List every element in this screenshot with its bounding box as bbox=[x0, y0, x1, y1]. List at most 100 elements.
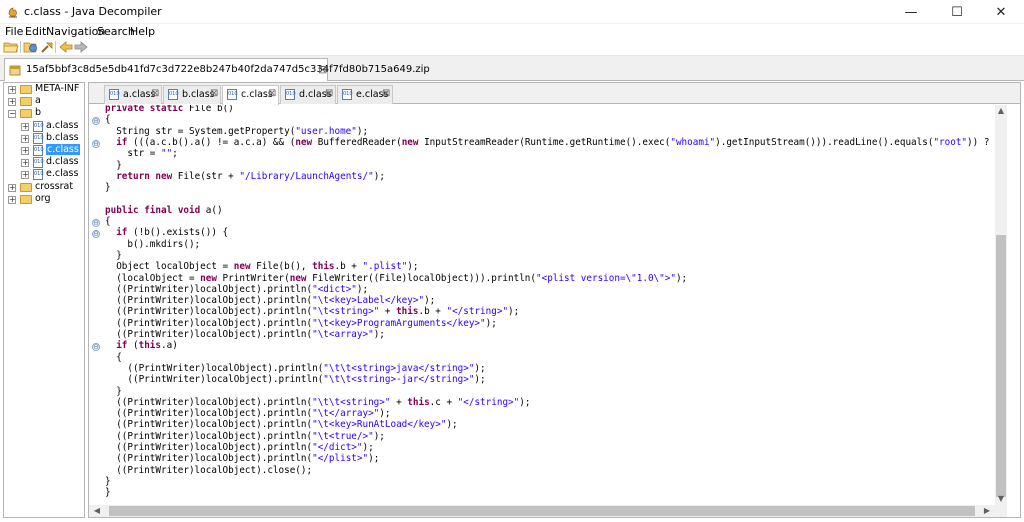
tree-folder-item[interactable]: − b bbox=[4, 107, 84, 120]
archive-icon bbox=[9, 65, 21, 76]
code-line: } bbox=[105, 182, 111, 194]
maximize-button[interactable]: ☐ bbox=[934, 0, 980, 24]
tree-item-label: d.class bbox=[46, 156, 79, 168]
file-tab-bar: 15af5bbf3c8d5e5db41fd7c3d722e8b247b40f2d… bbox=[0, 56, 1024, 81]
vertical-scrollbar[interactable]: ▲ ▼ bbox=[995, 105, 1007, 505]
app-icon bbox=[8, 7, 17, 18]
tree-expander-icon[interactable]: + bbox=[8, 86, 16, 94]
tree-class-item[interactable]: +010 c.class bbox=[4, 144, 84, 157]
code-line: ((PrintWriter)localObject).println("<dic… bbox=[105, 283, 369, 295]
tree-class-item[interactable]: +010 a.class bbox=[4, 120, 84, 133]
tab-close-icon[interactable]: ⊠ bbox=[382, 88, 390, 99]
minimize-button[interactable]: — bbox=[888, 0, 934, 24]
tree-expander-icon[interactable]: + bbox=[21, 134, 29, 143]
code-line: } bbox=[105, 385, 122, 397]
file-tab[interactable]: 15af5bbf3c8d5e5db41fd7c3d722e8b247b40f2d… bbox=[4, 58, 430, 81]
code-line: b().mkdirs(); bbox=[105, 238, 201, 250]
file-tab-label: 15af5bbf3c8d5e5db41fd7c3d722e8b247b40f2d… bbox=[26, 64, 430, 75]
tree-expander-icon[interactable]: + bbox=[21, 159, 29, 168]
class-file-icon: 010 bbox=[33, 169, 44, 181]
forward-icon[interactable] bbox=[73, 40, 89, 54]
code-line: { bbox=[105, 351, 122, 363]
code-line: String str = System.getProperty("user.ho… bbox=[105, 125, 369, 137]
tree-item-label: a bbox=[35, 95, 41, 107]
tree-expander-icon[interactable]: + bbox=[8, 195, 16, 204]
tab-c-class[interactable]: 010 c.class ⊠ bbox=[222, 85, 279, 105]
tree-class-item[interactable]: +010 d.class bbox=[4, 156, 84, 169]
code-line: { bbox=[105, 216, 111, 227]
fold-toggle-icon[interactable]: ⊖ bbox=[92, 343, 100, 352]
code-line: ((PrintWriter)localObject).println("\t<a… bbox=[105, 329, 385, 340]
menu-file[interactable]: File bbox=[5, 25, 23, 38]
fold-toggle-icon[interactable]: ⊖ bbox=[92, 230, 100, 239]
code-line: public final void a() bbox=[105, 204, 223, 216]
tab-close-icon[interactable]: ⊠ bbox=[325, 88, 333, 99]
file-tab-close-icon[interactable]: ⊠ bbox=[318, 63, 327, 76]
scroll-left-icon[interactable]: ◀ bbox=[91, 505, 103, 516]
code-line: ((PrintWriter)localObject).println("\t<s… bbox=[105, 306, 520, 318]
scroll-up-icon[interactable]: ▲ bbox=[995, 105, 1007, 116]
back-icon[interactable] bbox=[58, 40, 74, 54]
close-window-button[interactable]: ✕ bbox=[978, 0, 1024, 24]
code-line: ((PrintWriter)localObject).println("\t<k… bbox=[105, 317, 497, 329]
class-file-icon: 010 bbox=[109, 89, 120, 100]
vertical-scroll-thumb[interactable] bbox=[996, 235, 1006, 497]
code-line: { bbox=[105, 114, 111, 126]
code-line: ((PrintWriter)localObject).println("\t<k… bbox=[105, 295, 436, 307]
class-tab-bar: 010 a.class ⊠ 010 b.class ⊠ 010 c.class ⊠ 010 d.cl… bbox=[89, 83, 1020, 105]
open-type-icon[interactable] bbox=[23, 40, 39, 54]
tree-expander-icon[interactable]: + bbox=[21, 171, 29, 180]
code-line: } bbox=[105, 475, 111, 487]
tree-class-item[interactable]: +010 e.class bbox=[4, 168, 84, 181]
tab-a-class[interactable]: 010 a.class ⊠ bbox=[104, 85, 162, 104]
tab-close-icon[interactable]: ⊠ bbox=[151, 88, 159, 99]
menu-edit[interactable]: Edit bbox=[25, 25, 46, 38]
code-line: private static File b() bbox=[105, 105, 234, 114]
tree-item-label: c.class bbox=[46, 144, 80, 155]
code-area[interactable]: private static File b(){ String str = Sy… bbox=[105, 105, 995, 505]
search-icon[interactable] bbox=[39, 40, 55, 54]
code-line: str = ""; bbox=[105, 148, 178, 160]
toolbar-separator bbox=[55, 41, 56, 53]
horizontal-scroll-thumb[interactable] bbox=[109, 506, 975, 516]
class-file-icon: 010 bbox=[33, 157, 44, 169]
class-file-icon: 010 bbox=[285, 89, 296, 100]
class-file-icon: 010 bbox=[342, 89, 353, 100]
tree-expander-icon[interactable]: − bbox=[8, 110, 16, 119]
tree-expander-icon[interactable]: + bbox=[8, 183, 16, 192]
tab-e-class[interactable]: 010 e.class ⊠ bbox=[337, 85, 393, 104]
tree-item-label: org bbox=[35, 192, 51, 204]
code-line: ((PrintWriter)localObject).println("\t\t… bbox=[105, 374, 486, 386]
tree-folder-item[interactable]: + crossrat bbox=[4, 181, 84, 194]
tree-expander-icon[interactable]: + bbox=[21, 147, 29, 155]
tree-expander-icon[interactable]: + bbox=[8, 98, 16, 107]
tab-b-class[interactable]: 010 b.class ⊠ bbox=[163, 85, 221, 104]
folder-icon bbox=[20, 109, 32, 119]
fold-toggle-icon[interactable]: ⊖ bbox=[92, 139, 100, 148]
fold-toggle-icon[interactable]: ⊖ bbox=[92, 117, 100, 126]
title-bar: c.class - Java Decompiler — ☐ ✕ bbox=[0, 0, 1024, 24]
menu-help[interactable]: Help bbox=[130, 25, 155, 38]
code-line: ((PrintWriter)localObject).println("\t\t… bbox=[105, 396, 531, 408]
menu-bar: File Edit Navigation Search Help bbox=[0, 24, 1024, 39]
tree-folder-item[interactable]: + org bbox=[4, 192, 84, 206]
scroll-down-icon[interactable]: ▼ bbox=[995, 493, 1007, 504]
scroll-right-icon[interactable]: ▶ bbox=[981, 505, 993, 516]
tree-folder-item[interactable]: + META-INF bbox=[4, 83, 84, 96]
tree-expander-icon[interactable]: + bbox=[21, 122, 29, 131]
tree-folder-item[interactable]: + a bbox=[4, 95, 84, 108]
tab-d-class[interactable]: 010 d.class ⊠ bbox=[280, 85, 336, 104]
code-editor: 010 a.class ⊠ 010 b.class ⊠ 010 c.class ⊠ 010 d.cl… bbox=[88, 82, 1021, 518]
folder-icon bbox=[20, 194, 32, 204]
horizontal-scrollbar[interactable]: ◀ ▶ bbox=[89, 505, 1007, 517]
tab-close-icon[interactable]: ⊠ bbox=[210, 88, 218, 99]
tree-class-item[interactable]: +010 b.class bbox=[4, 132, 84, 145]
code-line: } bbox=[105, 159, 122, 171]
toolbar-separator bbox=[20, 41, 21, 53]
fold-toggle-icon[interactable]: ⊖ bbox=[92, 219, 100, 227]
class-file-icon: 010 bbox=[168, 89, 179, 100]
code-line: ((PrintWriter)localObject).println("\t\t… bbox=[105, 362, 486, 374]
code-line: return new File(str + "/Library/LaunchAg… bbox=[116, 170, 385, 182]
open-file-icon[interactable] bbox=[3, 40, 19, 54]
tab-close-icon[interactable]: ⊠ bbox=[268, 88, 276, 99]
